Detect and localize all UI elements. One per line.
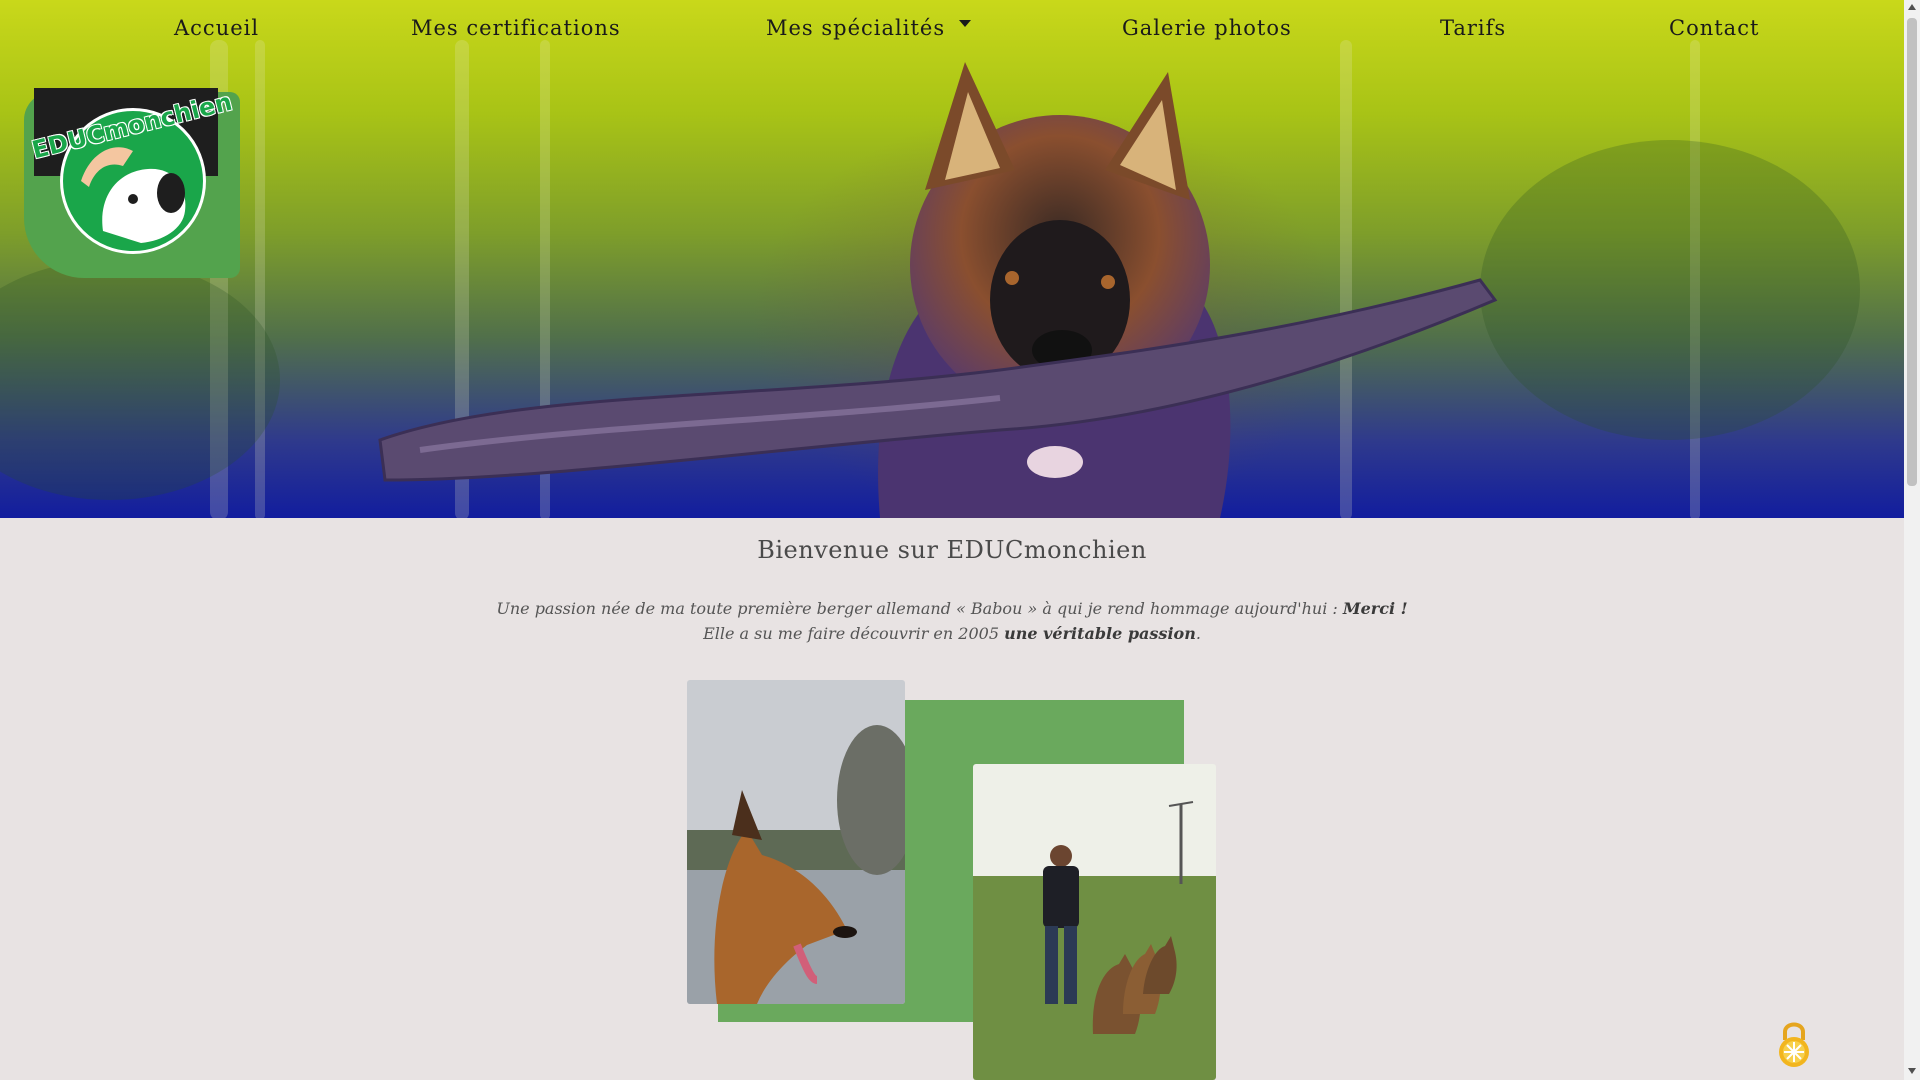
intro-line-2-text: Elle a su me faire découvrir en 2005 <box>703 624 1005 643</box>
photo-dog-lake <box>687 680 905 1004</box>
dog-portrait-image <box>687 680 905 1004</box>
nav-tarifs[interactable]: Tarifs <box>1440 16 1506 40</box>
nav-contact[interactable]: Contact <box>1669 16 1759 40</box>
hero-banner <box>0 0 1904 518</box>
main-navigation: Accueil Mes certifications Mes spécialit… <box>0 0 1904 60</box>
scrollbar-thumb[interactable] <box>1907 18 1917 486</box>
intro-line-2-suffix: . <box>1195 624 1201 643</box>
nav-galerie-photos[interactable]: Galerie photos <box>1122 16 1292 40</box>
intro-text: Une passion née de ma toute première ber… <box>0 596 1904 646</box>
scroll-up-arrow-icon[interactable] <box>1908 4 1916 10</box>
lock-cookie-icon <box>1779 1022 1809 1067</box>
dog-with-stick-image <box>378 62 1498 518</box>
nav-mes-specialites[interactable]: Mes spécialités <box>766 16 972 40</box>
intro-line-2: Elle a su me faire découvrir en 2005 une… <box>0 621 1904 646</box>
trainer-dogs-image <box>973 764 1216 1080</box>
intro-line-2-bold: une véritable passion <box>1004 624 1196 643</box>
nav-accueil[interactable]: Accueil <box>174 16 259 40</box>
intro-line-1-bold: Merci ! <box>1342 599 1408 618</box>
photo-trainer-with-dogs <box>973 764 1216 1080</box>
nav-mes-certifications[interactable]: Mes certifications <box>411 16 621 40</box>
chevron-down-icon <box>959 20 972 27</box>
page-title: Bienvenue sur EDUCmonchien <box>757 536 1147 564</box>
page-scrollbar[interactable] <box>1904 0 1920 1080</box>
nav-mes-specialites-label: Mes spécialités <box>766 16 946 40</box>
intro-line-1-text: Une passion née de ma toute première ber… <box>496 599 1343 618</box>
cookie-settings-button[interactable] <box>1775 1018 1813 1070</box>
site-logo[interactable]: EDUCmonchien <box>24 88 240 278</box>
scroll-down-arrow-icon[interactable] <box>1908 1068 1916 1074</box>
intro-line-1: Une passion née de ma toute première ber… <box>0 596 1904 621</box>
